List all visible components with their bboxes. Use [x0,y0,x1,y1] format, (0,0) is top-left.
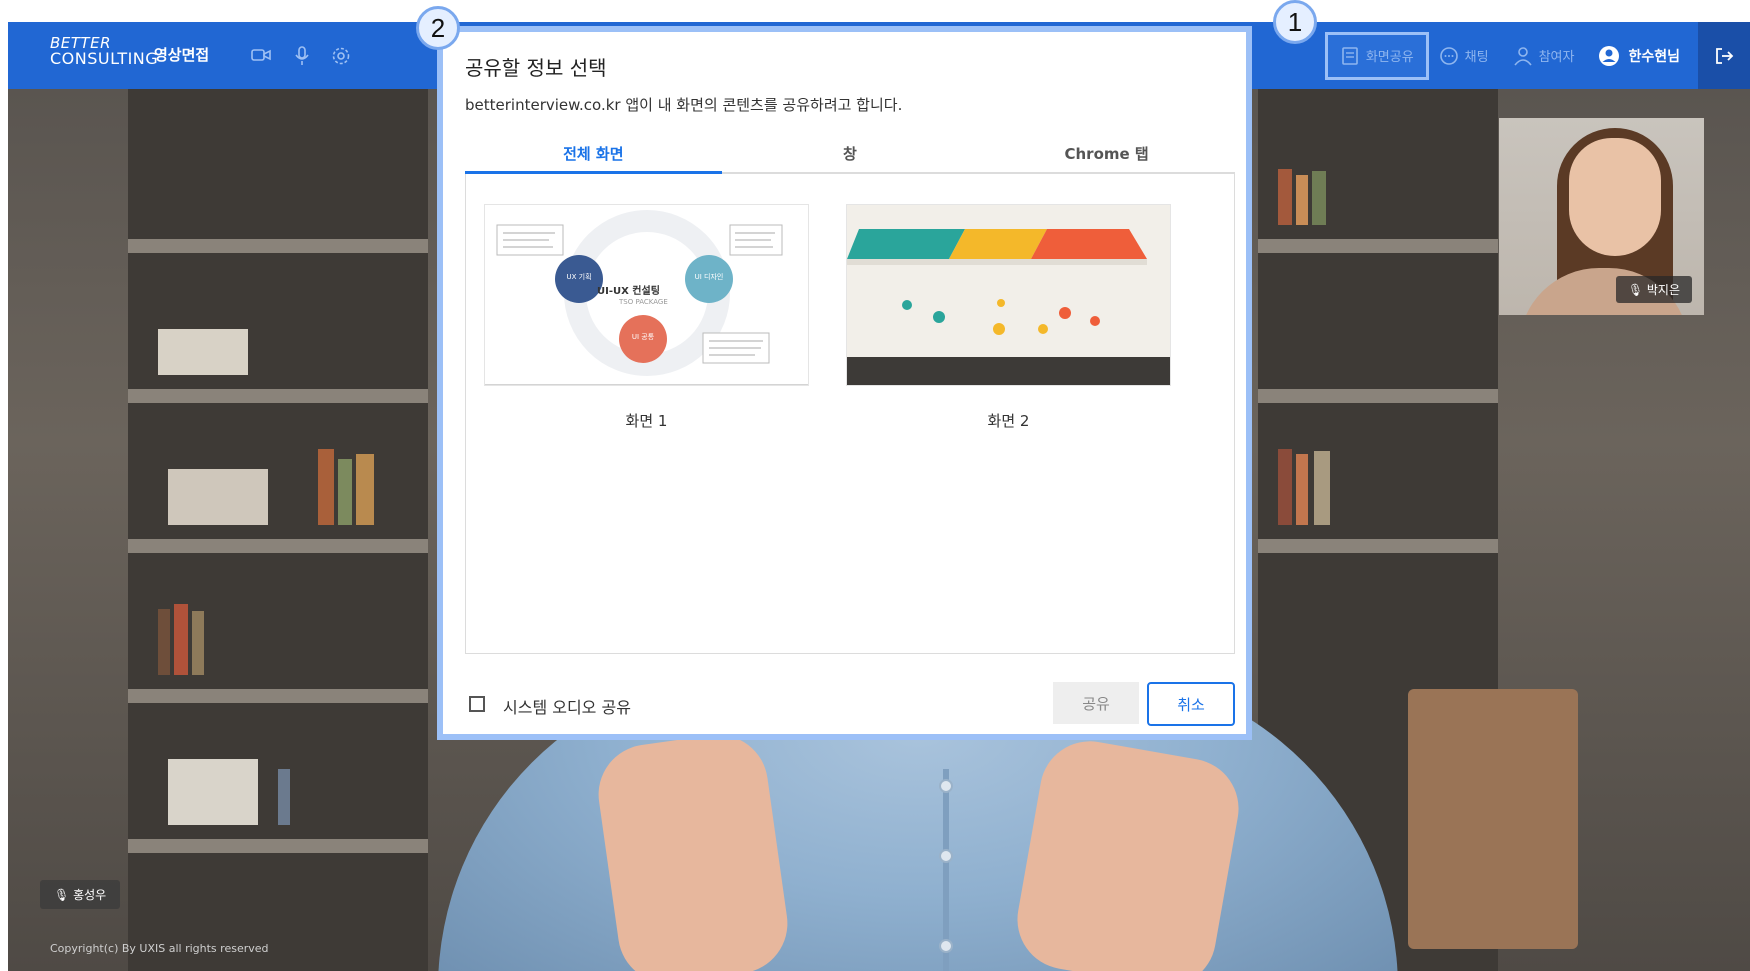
chat-bubble-icon [1439,46,1458,65]
screen-thumbnail-2[interactable] [846,204,1171,386]
microphone-icon: 🎙 [1627,283,1644,297]
left-hand [592,728,794,971]
screen-thumbnail-1[interactable]: UI-UX 컨설팅 TSO PACKAGE UX 기획 UI 디자인 UI 공통 [484,204,809,386]
thumb1-node-ui-design: UI 디자인 [694,273,724,281]
screen-2-preview [847,205,1170,385]
copyright-text: Copyright(c) By UXIS all rights reserved [50,942,269,955]
main-speaker-name: 홍성우 [73,888,107,902]
screen-label-1[interactable]: 화면 1 [484,410,809,431]
system-audio-checkbox[interactable] [469,696,485,712]
cancel-button[interactable]: 취소 [1147,682,1235,726]
thumb1-center-title: UI-UX 컨설팅 [597,286,660,297]
logo-line-2: CONSULTING [50,49,159,68]
dialog-title: 공유할 정보 선택 [465,56,607,80]
screen-share-icon [1342,46,1358,65]
app-title: 영상면접 [154,46,210,64]
participants-label: 참여자 [1538,50,1575,65]
tab-entire-screen[interactable]: 전체 화면 [465,134,722,174]
microphone-icon: 🎙 [54,888,70,902]
thumb1-center-sub: TSO PACKAGE [619,298,668,306]
screen-list: UI-UX 컨설팅 TSO PACKAGE UX 기획 UI 디자인 UI 공통… [465,174,1235,654]
microphone-icon[interactable] [291,46,313,66]
settings-gear-icon[interactable] [330,46,352,66]
exit-button[interactable] [1698,22,1750,89]
tab-window[interactable]: 창 [722,134,979,172]
share-source-tabs: 전체 화면 창 Chrome 탭 [465,134,1235,174]
participant-video-tile[interactable]: 🎙 박지은 [1499,118,1704,315]
screen-share-label: 화면공유 [1365,50,1414,65]
camera-icon[interactable] [250,46,272,66]
screen-share-button[interactable]: 화면공유 [1324,31,1429,80]
dialog-footer: 시스템 오디오 공유 공유 취소 [465,682,1235,726]
participant-name-tag: 🎙 박지은 [1615,276,1692,303]
chair [1408,689,1578,949]
participants-button[interactable]: 참여자 [1513,46,1575,66]
share-button[interactable]: 공유 [1053,682,1139,724]
user-menu[interactable]: 한수현님 [1598,45,1680,67]
chat-label: 채팅 [1464,50,1489,65]
participant-name: 박지은 [1646,283,1680,297]
tab-chrome-tab[interactable]: Chrome 탭 [978,134,1235,172]
user-avatar-icon [1599,45,1620,66]
bookshelf-left [128,89,428,971]
main-speaker-name-tag: 🎙 홍성우 [40,880,121,909]
callout-badge-2: 2 [416,6,460,50]
thumb1-node-ux: UX 기획 [566,273,592,281]
screen-label-2[interactable]: 화면 2 [846,410,1171,431]
exit-icon [1716,47,1734,64]
system-audio-label[interactable]: 시스템 오디오 공유 [503,694,631,718]
participant-face [1569,138,1661,256]
callout-badge-1: 1 [1273,0,1317,44]
user-name: 한수현님 [1628,48,1680,65]
right-hand [1009,733,1247,971]
person-icon [1513,46,1532,66]
dialog-description: betterinterview.co.kr 앱이 내 화면의 콘텐츠를 공유하려… [465,96,903,114]
chat-button[interactable]: 채팅 [1439,46,1489,66]
share-picker-dialog: 공유할 정보 선택 betterinterview.co.kr 앱이 내 화면의… [437,26,1252,740]
topbar-right-tools: 화면공유 채팅 참여자 한수현님 [1324,22,1750,89]
app-logo: BETTER CONSULTING [50,36,159,68]
thumb1-node-ui-common: UI 공통 [631,333,655,341]
